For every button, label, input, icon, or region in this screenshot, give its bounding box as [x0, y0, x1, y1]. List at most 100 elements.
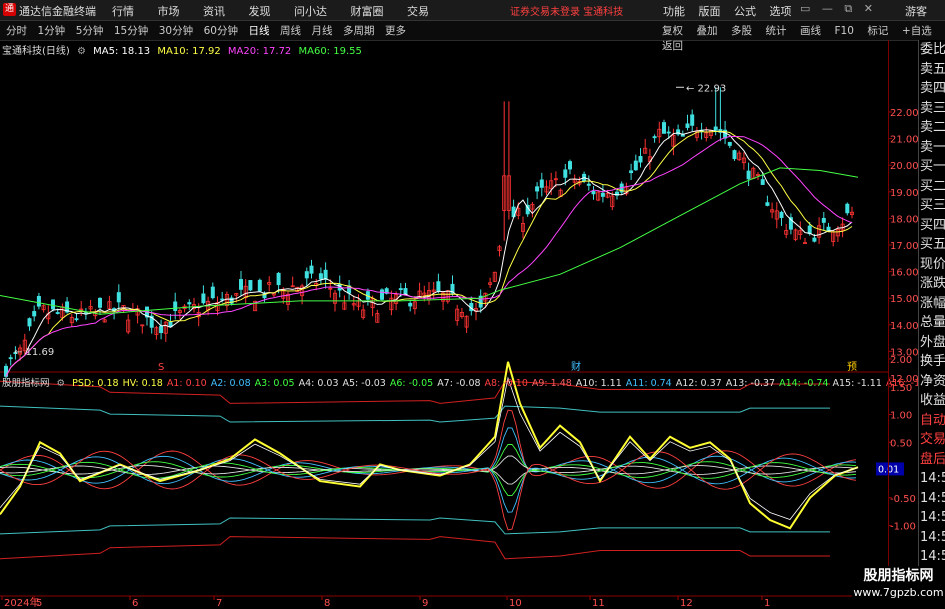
sidebar-item-19[interactable]: 自动	[919, 411, 945, 431]
chart-area[interactable]: 22.00 21.00 20.00 19.00 18.00 17.00 16.00 15.00…	[0, 40, 918, 609]
ma20-label: MA20: 17.72	[227, 46, 292, 57]
sidebar-item-22[interactable]: 14:5	[919, 469, 945, 489]
candle-body	[662, 122, 667, 134]
sidebar-item-7[interactable]: 买二	[919, 177, 945, 197]
sidebar-item-15[interactable]: 外盘	[919, 333, 945, 353]
tab-more[interactable]: 更多	[385, 25, 406, 37]
marker-s: S	[158, 362, 164, 373]
menu-hangqing[interactable]: 行情	[112, 5, 134, 18]
date-tick-label: 9	[422, 598, 428, 609]
marker-yu: 预	[847, 361, 857, 373]
menu-zixun[interactable]: 资讯	[203, 5, 225, 18]
menu-shichang[interactable]: 市场	[158, 5, 180, 18]
candle-body	[159, 325, 164, 334]
sidebar-item-11[interactable]: 现价	[919, 255, 945, 275]
candle-body	[765, 202, 770, 206]
sidebar-item-12[interactable]: 涨跌	[919, 274, 945, 294]
menu-xuanxiang[interactable]: 选项	[770, 5, 792, 18]
tab-60min[interactable]: 60分钟	[204, 25, 238, 37]
candle-body	[666, 131, 671, 134]
candle-body	[276, 272, 281, 286]
tab-5min[interactable]: 5分钟	[76, 25, 104, 37]
sidebar-item-13[interactable]: 涨幅	[919, 294, 945, 314]
sidebar-item-18[interactable]: 收益	[919, 391, 945, 411]
sidebar-item-16[interactable]: 换手	[919, 352, 945, 372]
menu-faxian[interactable]: 发现	[249, 5, 271, 18]
sidebar-item-0[interactable]: 委比	[919, 40, 945, 60]
ma5-line	[5, 129, 853, 377]
candle-body	[629, 170, 634, 174]
menu-gongshi[interactable]: 公式	[734, 5, 756, 18]
candle-body	[36, 295, 41, 307]
indicator-value-2: A1: 0.10	[166, 378, 207, 389]
tab-30min[interactable]: 30分钟	[159, 25, 193, 37]
sidebar-item-21[interactable]: 盘后	[919, 450, 945, 470]
sidebar-item-25[interactable]: 14:5	[919, 528, 945, 548]
indicator-gear-icon[interactable]: ⚙	[57, 378, 66, 389]
sidebar-item-2[interactable]: 卖四	[919, 79, 945, 99]
tab-multi-period[interactable]: 多周期	[343, 25, 375, 37]
tab-daily[interactable]: 日线	[249, 25, 270, 37]
app-title: 通达信金融终端	[19, 5, 96, 18]
candle-body	[760, 179, 765, 185]
sidebar-item-4[interactable]: 卖二	[919, 118, 945, 138]
maximize-icon[interactable]: ⧉	[844, 2, 852, 15]
sidebar-item-9[interactable]: 买四	[919, 216, 945, 236]
sidebar-item-26[interactable]: 14:5	[919, 547, 945, 567]
tool-f10[interactable]: F10	[835, 25, 854, 37]
login-notice[interactable]: 证券交易未登录 宝通科技	[510, 3, 623, 18]
menu-wenxiaoda[interactable]: 问小达	[294, 5, 327, 18]
candle-body	[586, 183, 591, 186]
watermark: 股朋指标网 www.7gpzb.com	[852, 566, 945, 609]
kline-chart[interactable]: 22.0021.0020.0019.0018.0017.0016.0015.00…	[0, 40, 918, 609]
indicator-value-6: A5: -0.03	[342, 378, 386, 389]
sidebar-item-17[interactable]: 净资	[919, 372, 945, 392]
indicator-value-14: A13: -0.37	[725, 378, 776, 389]
osc-a8	[0, 450, 857, 531]
tab-monthly[interactable]: 月线	[312, 25, 333, 37]
sidebar-item-23[interactable]: 14:5	[919, 489, 945, 509]
sidebar-item-10[interactable]: 买五	[919, 235, 945, 255]
tool-huaxian[interactable]: 画线	[800, 25, 821, 37]
tool-biaoji[interactable]: 标记	[867, 25, 888, 37]
sidebar-item-20[interactable]: 交易	[919, 430, 945, 450]
tool-diejia[interactable]: 叠加	[697, 25, 718, 37]
sidebar-item-1[interactable]: 卖五	[919, 60, 945, 80]
settings-gear-icon[interactable]: ⚙	[77, 46, 86, 57]
period-tabs: 分时 1分钟 5分钟 15分钟 30分钟 60分钟 日线 周线 月线 多周期 更…	[6, 23, 413, 38]
menu-caifuquan[interactable]: 财富圈	[351, 5, 384, 18]
menu-jiaoyi[interactable]: 交易	[407, 5, 429, 18]
tab-fenshi[interactable]: 分时	[6, 25, 27, 37]
main-chart-header: 宝通科技(日线) ⚙ MA5: 18.13 MA10: 17.92 MA20: …	[2, 42, 366, 57]
menu-gongneng[interactable]: 功能	[663, 5, 685, 18]
title-bar: 通 通达信金融终端 行情 市场 资讯 发现 问小达 财富圈 交易 证券交易未登录…	[0, 0, 945, 21]
candle-body	[27, 318, 32, 327]
tool-tongji[interactable]: 统计	[766, 25, 787, 37]
date-tick-label: 6	[132, 598, 138, 609]
tab-1min[interactable]: 1分钟	[38, 25, 66, 37]
tool-fuquan[interactable]: 复权	[662, 25, 683, 37]
minimize-icon[interactable]: —	[822, 2, 833, 15]
indicator-value-11: A10: 1.11	[575, 378, 622, 389]
sidebar-item-14[interactable]: 总量	[919, 313, 945, 333]
candle-body	[591, 191, 596, 195]
candle-body	[535, 186, 540, 192]
candle-body	[116, 292, 121, 303]
sidebar-item-3[interactable]: 卖三	[919, 99, 945, 119]
menu-banmian[interactable]: 版面	[699, 5, 721, 18]
candle-body	[568, 161, 573, 170]
sidebar-item-8[interactable]: 买三	[919, 196, 945, 216]
sidebar-item-6[interactable]: 买一	[919, 157, 945, 177]
tab-weekly[interactable]: 周线	[280, 25, 301, 37]
sidebar-item-24[interactable]: 14:5	[919, 508, 945, 528]
tool-duogu[interactable]: 多股	[731, 25, 752, 37]
close-icon[interactable]: ✕	[864, 2, 873, 15]
candle-body	[74, 318, 79, 321]
restore-icon[interactable]: ▭	[800, 2, 810, 15]
tab-15min[interactable]: 15分钟	[114, 25, 148, 37]
tool-add-watchlist[interactable]: +自选	[902, 25, 932, 37]
band-lower-cyan	[0, 517, 830, 535]
marker-cai: 财	[571, 360, 581, 373]
sidebar-item-5[interactable]: 卖一	[919, 138, 945, 158]
guest-label[interactable]: 游客	[905, 3, 927, 19]
